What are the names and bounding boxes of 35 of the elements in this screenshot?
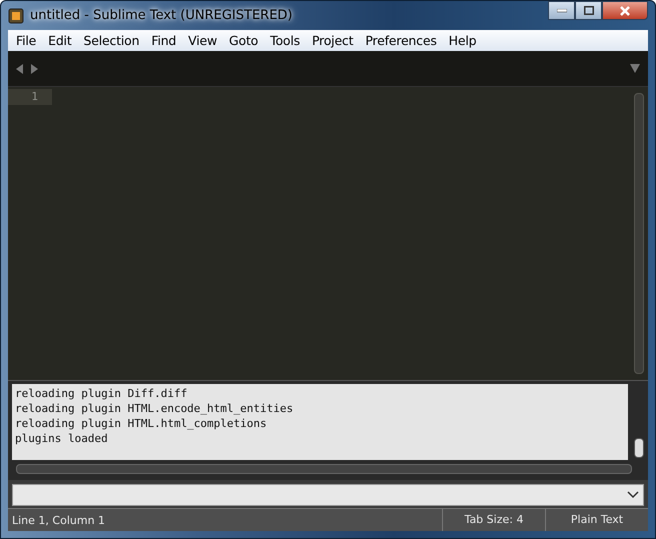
console-line: reloading plugin Diff.diff bbox=[15, 386, 188, 401]
console-line: reloading plugin HTML.encode_html_entities bbox=[15, 401, 294, 416]
left-arrow-icon[interactable] bbox=[16, 64, 24, 74]
editor-area[interactable]: 1 bbox=[8, 87, 648, 380]
menu-item[interactable]: View bbox=[182, 33, 224, 48]
close-icon bbox=[620, 6, 630, 16]
menu-item[interactable]: Edit bbox=[42, 33, 78, 48]
maximize-icon bbox=[584, 6, 594, 15]
menu-item[interactable]: Selection bbox=[78, 33, 146, 48]
console-line: reloading plugin HTML.html_completions bbox=[15, 416, 268, 431]
menu-item[interactable]: Tools bbox=[264, 33, 306, 48]
tab-size[interactable]: Tab Size: 4 bbox=[442, 509, 545, 531]
right-arrow-icon[interactable] bbox=[30, 64, 38, 74]
minimize-button[interactable] bbox=[548, 1, 575, 20]
minimize-icon bbox=[556, 8, 566, 12]
dropdown-arrow-icon[interactable] bbox=[630, 64, 640, 73]
app-icon bbox=[8, 8, 24, 24]
menu-item[interactable]: Find bbox=[145, 33, 182, 48]
console-line: plugins loaded bbox=[15, 431, 109, 446]
menu-item[interactable]: File bbox=[10, 33, 42, 48]
menu-item[interactable]: Preferences bbox=[359, 33, 443, 48]
menu-item[interactable]: Project bbox=[306, 33, 360, 48]
menu-item[interactable]: Help bbox=[442, 33, 482, 48]
scrollbar[interactable] bbox=[634, 93, 644, 374]
menu-item[interactable]: Goto bbox=[223, 33, 264, 48]
horizontal-scrollbar[interactable] bbox=[16, 464, 632, 474]
close-button[interactable] bbox=[602, 1, 648, 20]
window-title: untitled - Sublime Text (UNREGISTERED) bbox=[30, 8, 292, 23]
chevron-down-icon[interactable] bbox=[627, 491, 639, 499]
maximize-button[interactable] bbox=[575, 1, 602, 20]
syntax-mode[interactable]: Plain Text bbox=[545, 509, 648, 531]
cursor-position: Line 1, Column 1 bbox=[11, 514, 106, 526]
console-input-field[interactable] bbox=[12, 484, 644, 506]
line-number: 1 bbox=[8, 89, 52, 105]
scrollbar-thumb[interactable] bbox=[634, 438, 644, 458]
